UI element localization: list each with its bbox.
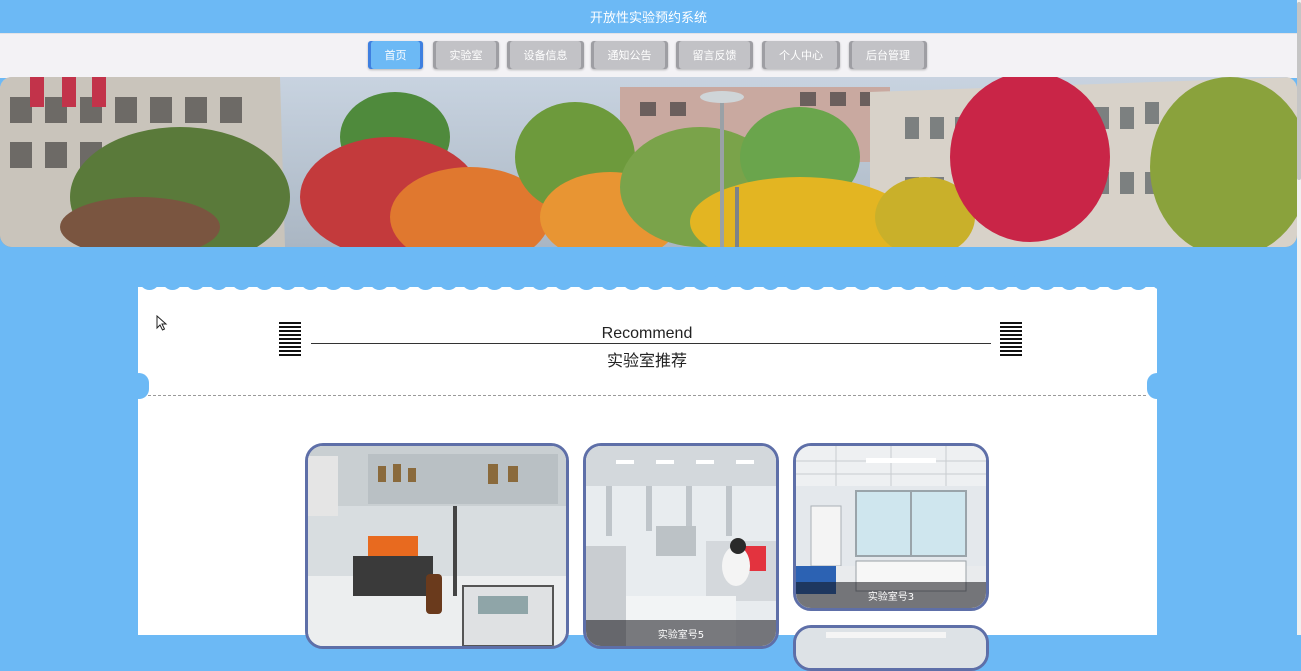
section-dashed-divider: [148, 395, 1146, 396]
lab-card[interactable]: 实验室号5: [583, 443, 779, 649]
lab-card[interactable]: 实验室号3: [793, 443, 989, 611]
nav-admin[interactable]: 后台管理: [849, 41, 927, 69]
title-divider-line: [311, 343, 991, 344]
lab-card-image: [796, 628, 986, 668]
lab-card[interactable]: [305, 443, 569, 649]
banner-image: [0, 77, 1297, 247]
lab-card[interactable]: [793, 625, 989, 671]
panel-right-notch: [1147, 373, 1167, 399]
lab-card-caption: 实验室号3: [796, 582, 986, 608]
barcode-decoration-left: [279, 322, 301, 358]
nav-equipment[interactable]: 设备信息: [507, 41, 584, 69]
nav-labs[interactable]: 实验室: [433, 41, 499, 69]
lab-card-image: [308, 446, 566, 646]
nav-feedback[interactable]: 留言反馈: [676, 41, 753, 69]
main-nav: 首页 实验室 设备信息 通知公告 留言反馈 个人中心 后台管理: [0, 33, 1297, 78]
recommend-title-en: Recommend: [601, 325, 693, 342]
panel-scallop-edge: [138, 276, 1157, 298]
mouse-cursor-icon: [156, 315, 168, 331]
site-header: 开放性实验预约系统: [0, 0, 1297, 33]
nav-notices[interactable]: 通知公告: [591, 41, 668, 69]
barcode-decoration-right: [1000, 322, 1022, 358]
panel-left-notch: [129, 373, 149, 399]
nav-profile[interactable]: 个人中心: [762, 41, 840, 69]
nav-home[interactable]: 首页: [368, 41, 423, 69]
campus-banner: [0, 77, 1297, 247]
site-title: 开放性实验预约系统: [589, 11, 707, 26]
lab-card-image: [586, 446, 776, 646]
lab-card-caption: 实验室号5: [586, 620, 776, 646]
scrollbar-thumb[interactable]: [1297, 2, 1301, 180]
recommend-title-cn: 实验室推荐: [606, 351, 687, 370]
